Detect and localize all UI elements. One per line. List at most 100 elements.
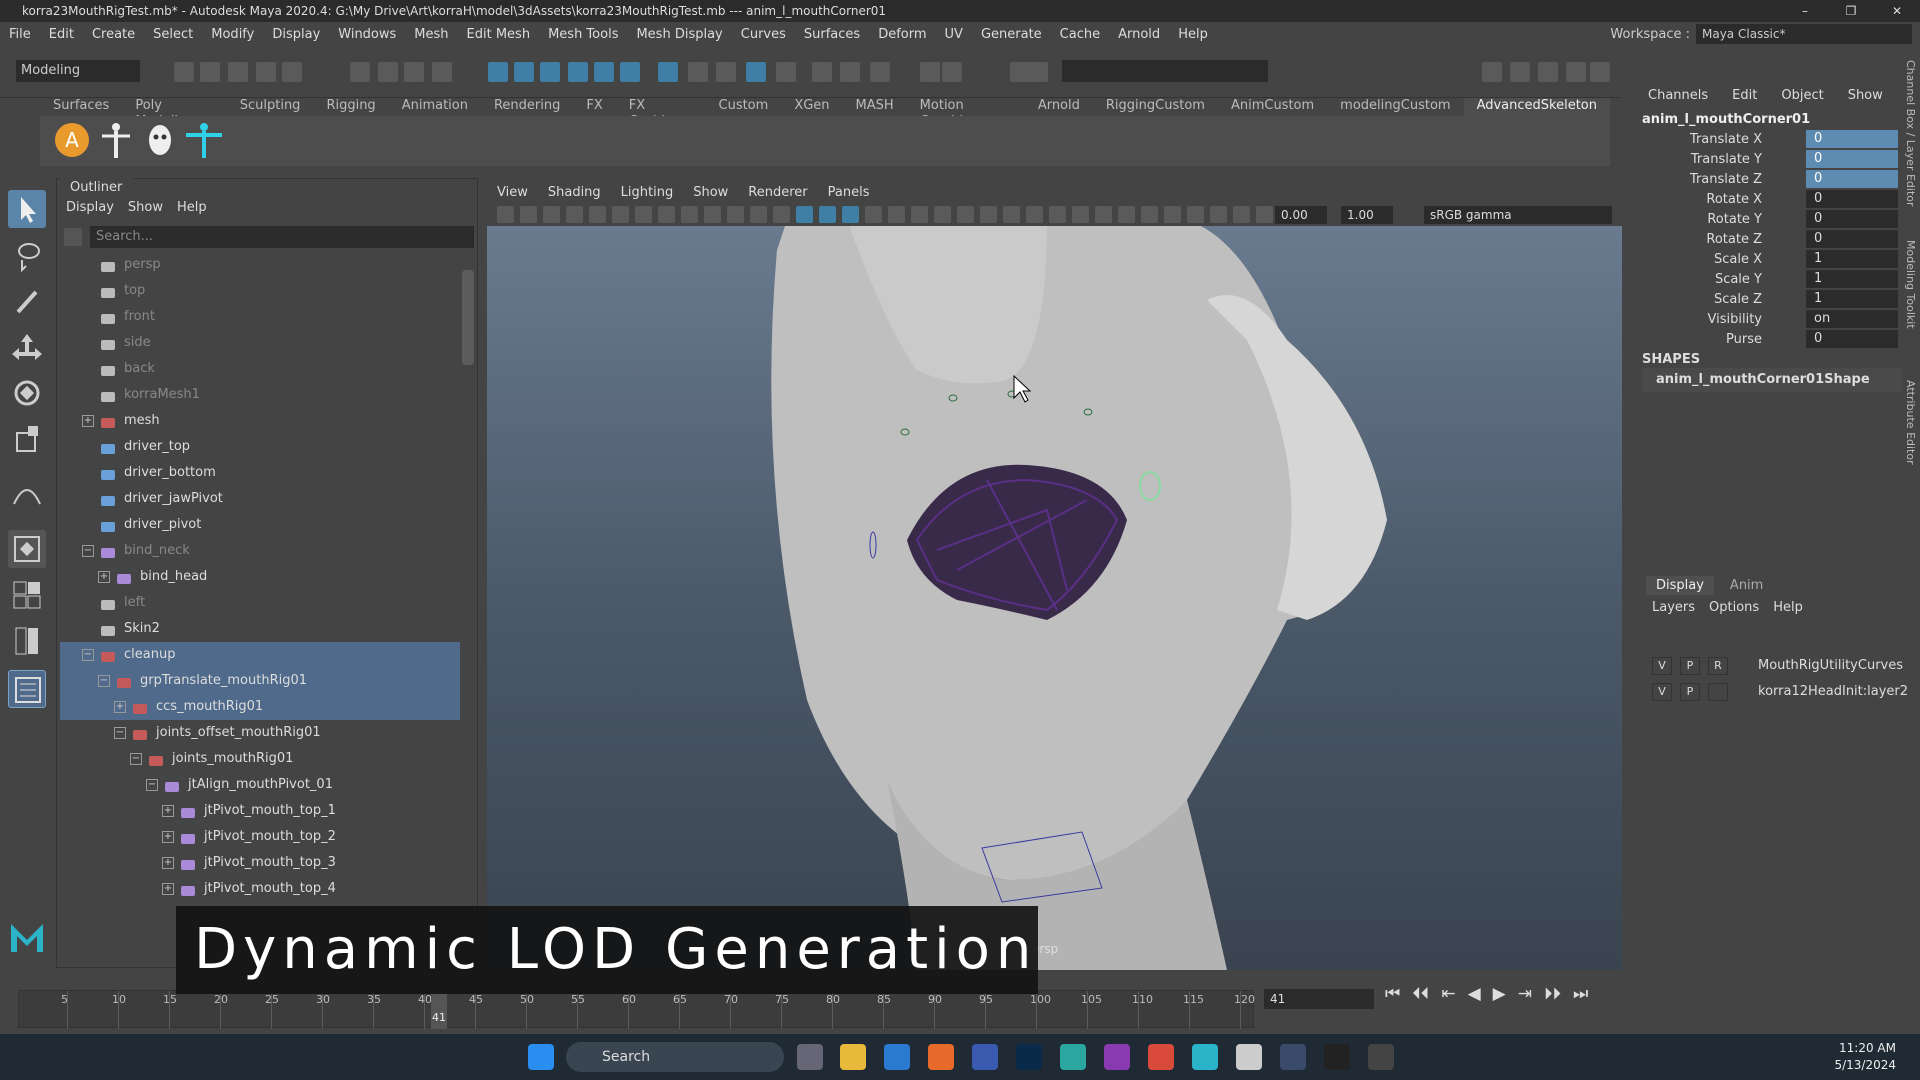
layer-reference-toggle[interactable]: [1708, 683, 1728, 701]
viewport-tool-icon[interactable]: [980, 206, 997, 223]
status-line-tool-icon[interactable]: [432, 62, 452, 82]
photoshop-icon[interactable]: [1016, 1044, 1042, 1070]
layer-visibility-toggle[interactable]: V: [1652, 657, 1672, 675]
viewport-tool-icon[interactable]: [888, 206, 905, 223]
outliner-row[interactable]: driver_jawPivot: [60, 486, 460, 512]
rotate-tool-icon[interactable]: [8, 374, 46, 412]
playback-button[interactable]: ⏴⏴: [1412, 984, 1429, 1004]
layer-playback-toggle[interactable]: P: [1680, 683, 1700, 701]
status-line-tool-icon[interactable]: [746, 62, 766, 82]
viewport-tool-icon[interactable]: [750, 206, 767, 223]
menu-arnold[interactable]: Arnold: [1109, 27, 1169, 42]
viewport-tool-icon[interactable]: [796, 206, 813, 223]
viewport-tool-icon[interactable]: [957, 206, 974, 223]
status-line-tool-icon[interactable]: [594, 62, 614, 82]
status-line-tool-icon[interactable]: [282, 62, 302, 82]
channel-attribute[interactable]: Translate Y 0: [1642, 150, 1902, 170]
panel-toggle-icon[interactable]: [1538, 62, 1558, 82]
viewport-tool-icon[interactable]: [589, 206, 606, 223]
outliner-layout-icon[interactable]: [8, 670, 46, 708]
status-line-tool-icon[interactable]: [620, 62, 640, 82]
viewport-menu-lighting[interactable]: Lighting: [611, 185, 684, 200]
shelf-tab-motion-graphics[interactable]: Motion Graphics: [907, 98, 1025, 129]
outliner-row[interactable]: − cleanup: [60, 642, 460, 668]
status-line-tool-icon[interactable]: [812, 62, 832, 82]
chrome-icon[interactable]: [1148, 1044, 1174, 1070]
menu-mesh[interactable]: Mesh: [405, 27, 457, 42]
outliner-row[interactable]: + jtPivot_mouth_top_4: [60, 876, 460, 902]
zbrush-icon[interactable]: [1236, 1044, 1262, 1070]
menu-cache[interactable]: Cache: [1051, 27, 1109, 42]
two-view-layout-icon[interactable]: [8, 622, 46, 660]
shape-name[interactable]: anim_l_mouthCorner01Shape: [1642, 368, 1902, 392]
expand-icon[interactable]: +: [98, 571, 110, 583]
status-line-tool-icon[interactable]: [870, 62, 890, 82]
status-line-tool-icon[interactable]: [1028, 62, 1048, 82]
collapse-icon[interactable]: −: [82, 545, 94, 557]
viewport-tool-icon[interactable]: [1118, 206, 1135, 223]
playback-button[interactable]: ⏮: [1385, 984, 1400, 1004]
panel-toggle-icon[interactable]: [1482, 62, 1502, 82]
panel-toggle-icon[interactable]: [1590, 62, 1610, 82]
menu-windows[interactable]: Windows: [329, 27, 405, 42]
status-line-tool-icon[interactable]: [174, 62, 194, 82]
viewport-menu-show[interactable]: Show: [683, 185, 738, 200]
outliner-menu-display[interactable]: Display: [66, 200, 114, 215]
minimize-button[interactable]: –: [1782, 0, 1828, 22]
expand-icon[interactable]: +: [162, 805, 174, 817]
menu-curves[interactable]: Curves: [732, 27, 795, 42]
attribute-value-field[interactable]: 0: [1806, 150, 1898, 168]
shelf-tab-surfaces[interactable]: Surfaces: [40, 98, 122, 116]
viewport-3d[interactable]: ersp: [487, 180, 1622, 970]
file-explorer-icon[interactable]: [840, 1044, 866, 1070]
channel-attribute[interactable]: Scale Y 1: [1642, 270, 1902, 290]
shelf-tab-animcustom[interactable]: AnimCustom: [1218, 98, 1327, 116]
status-line-tool-icon[interactable]: [378, 62, 398, 82]
close-button[interactable]: ✕: [1874, 0, 1920, 22]
attribute-value-field[interactable]: 1: [1806, 250, 1898, 268]
collapse-icon[interactable]: −: [130, 753, 142, 765]
shelf-tab-xgen[interactable]: XGen: [781, 98, 842, 116]
viewport-tool-icon[interactable]: [635, 206, 652, 223]
shelf-tab-advancedskeleton[interactable]: AdvancedSkeleton: [1463, 98, 1610, 116]
layer-row[interactable]: V Pkorra12HeadInit:layer2: [1646, 680, 1908, 704]
shelf-tab-fx-caching[interactable]: FX Caching: [616, 98, 706, 129]
menu-surfaces[interactable]: Surfaces: [795, 27, 869, 42]
paint-select-tool-icon[interactable]: [8, 282, 46, 320]
firefox-icon[interactable]: [928, 1044, 954, 1070]
outliner-row[interactable]: + jtPivot_mouth_top_1: [60, 798, 460, 824]
viewport-tool-icon[interactable]: [1003, 206, 1020, 223]
outliner-row[interactable]: driver_bottom: [60, 460, 460, 486]
shelf-tab-poly-modeling[interactable]: Poly Modeling: [122, 98, 226, 129]
single-view-layout-icon[interactable]: [8, 530, 46, 568]
viewport-tool-icon[interactable]: [842, 206, 859, 223]
timeline-bar[interactable]: 5 10 15 20 25 30 35 40 45 50 55 60 65 70 75 80 85 90 95 100…: [18, 990, 1255, 1029]
playback-button[interactable]: ◀: [1468, 984, 1481, 1004]
gamma-field[interactable]: 1.00: [1341, 206, 1393, 224]
channel-attribute[interactable]: Scale X 1: [1642, 250, 1902, 270]
vscode-icon[interactable]: [884, 1044, 910, 1070]
status-line-tool-icon[interactable]: [1010, 62, 1030, 82]
clock[interactable]: 11:20 AM 5/13/2024: [1834, 1040, 1896, 1074]
viewport-tool-icon[interactable]: [612, 206, 629, 223]
outliner-row[interactable]: Skin2: [60, 616, 460, 642]
status-line-tool-icon[interactable]: [942, 62, 962, 82]
menu-mesh-display[interactable]: Mesh Display: [627, 27, 731, 42]
attribute-value-field[interactable]: 0: [1806, 130, 1898, 148]
status-line-tool-icon[interactable]: [350, 62, 370, 82]
status-line-tool-icon[interactable]: [228, 62, 248, 82]
viewport-tool-icon[interactable]: [1049, 206, 1066, 223]
outliner-row[interactable]: driver_top: [60, 434, 460, 460]
attribute-value-field[interactable]: 0: [1806, 170, 1898, 188]
playback-button[interactable]: ⏭: [1573, 984, 1588, 1004]
workspace-select[interactable]: Maya Classic*: [1696, 24, 1912, 44]
viewport-tool-icon[interactable]: [1026, 206, 1043, 223]
viewport-tool-icon[interactable]: [658, 206, 675, 223]
viewport-tool-icon[interactable]: [865, 206, 882, 223]
menu-file[interactable]: File: [0, 27, 40, 42]
scale-tool-icon[interactable]: [8, 420, 46, 458]
attribute-value-field[interactable]: 0: [1806, 330, 1898, 348]
menu-help[interactable]: Help: [1169, 27, 1217, 42]
outliner-row[interactable]: + ccs_mouthRig01: [60, 694, 460, 720]
menu-modify[interactable]: Modify: [202, 27, 263, 42]
